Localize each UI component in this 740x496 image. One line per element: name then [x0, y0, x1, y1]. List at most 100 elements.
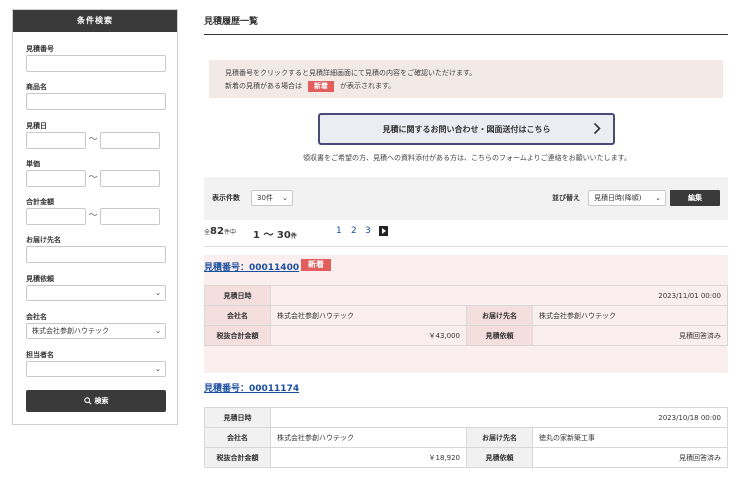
- contact-button[interactable]: 見積に関するお問い合わせ・図面送付はこちら: [318, 113, 615, 145]
- person-label: 担当者名: [26, 351, 54, 359]
- sidebar-title: 条件検索: [13, 10, 177, 32]
- notice-line-2: 新着の見積がある場合は 新着 が表示されます。: [225, 80, 707, 93]
- apply-button[interactable]: 編集: [670, 190, 720, 206]
- notice-line-2-post: が表示されます。: [340, 82, 396, 90]
- unit-price-from-input[interactable]: [26, 170, 86, 187]
- sort-select[interactable]: 見積日時(降順) ⌄: [588, 190, 666, 206]
- pager-divider: [204, 246, 728, 247]
- quote-date-to-input[interactable]: [100, 132, 160, 149]
- person-group: 担当者名 ⌄: [26, 350, 178, 377]
- dest-value: 徳丸の家新築工事: [532, 427, 728, 448]
- amount-value: ￥18,920: [270, 447, 467, 468]
- per-page-value: 30件: [257, 194, 273, 202]
- delivery-dest-label: お届け先名: [26, 236, 61, 244]
- request-value: 見積回答済み: [532, 325, 728, 346]
- company-group: 会社名 株式会社参創ハウテック ⌄: [26, 312, 178, 339]
- notice-line-2-pre: 新着の見積がある場合は: [225, 82, 302, 90]
- chevron-down-icon: ⌄: [155, 365, 161, 373]
- company-label: 会社名: [26, 313, 47, 321]
- search-icon: [83, 397, 92, 405]
- product-name-input[interactable]: [26, 93, 166, 110]
- search-sidebar: 条件検索 見積番号 商品名 見積日 〜 単価 〜 合計金額 〜 お届け先名 見積…: [12, 9, 178, 425]
- per-page-select[interactable]: 30件 ⌄: [251, 190, 293, 206]
- date-value: 2023/11/01 00:00: [270, 285, 728, 306]
- page-title: 見積履歴一覧: [204, 17, 259, 27]
- unit-price-group: 単価 〜: [26, 159, 178, 187]
- date-label: 見積日時: [204, 407, 271, 428]
- chevron-down-icon: ⌄: [655, 194, 661, 202]
- company-label: 会社名: [204, 305, 271, 326]
- product-name-group: 商品名: [26, 82, 178, 110]
- range-separator: 〜: [88, 211, 98, 221]
- dest-label: お届け先名: [466, 427, 533, 448]
- total-amount-to-input[interactable]: [100, 208, 160, 225]
- delivery-dest-group: お届け先名: [26, 235, 178, 263]
- company-label: 会社名: [204, 427, 271, 448]
- company-value: 株式会社参創ハウテック: [270, 427, 467, 448]
- total-count: 82: [210, 226, 224, 237]
- new-badge: 新着: [301, 259, 331, 271]
- notice-box: 見積番号をクリックすると見積詳細画面にて見積の内容をご確認いただけます。 新着の…: [209, 60, 723, 98]
- quote-number-link[interactable]: 見積番号：00011400: [204, 260, 299, 273]
- company-select-value: 株式会社参創ハウテック: [32, 327, 109, 335]
- amount-value: ￥43,000: [270, 325, 467, 346]
- range-separator: 〜: [88, 135, 98, 145]
- title-divider: [204, 34, 728, 35]
- chevron-down-icon: ⌄: [155, 327, 161, 335]
- total-amount-label: 合計金額: [26, 198, 54, 206]
- contact-button-label: 見積に関するお問い合わせ・図面送付はこちら: [382, 124, 551, 134]
- request-label: 見積依頼: [466, 447, 533, 468]
- chevron-down-icon: ⌄: [282, 194, 288, 202]
- quote-number-group: 見積番号: [26, 44, 178, 72]
- unit-price-label: 単価: [26, 160, 40, 168]
- new-badge: 新着: [308, 80, 334, 92]
- result-range: 1 〜 30件: [253, 226, 297, 241]
- pager-row: 全82件中 1 〜 30件 1 2 3: [204, 226, 730, 242]
- quote-number-label: 見積番号: [26, 45, 54, 53]
- person-select[interactable]: ⌄: [26, 361, 166, 377]
- request-value: 見積回答済み: [532, 447, 728, 468]
- quote-request-label: 見積依頼: [26, 275, 54, 283]
- delivery-dest-input[interactable]: [26, 246, 166, 263]
- page-link-3[interactable]: 3: [365, 226, 371, 236]
- search-button[interactable]: 検索: [26, 390, 166, 412]
- quote-date-from-input[interactable]: [26, 132, 86, 149]
- dest-value: 株式会社参創ハウテック: [532, 305, 728, 326]
- quote-number-input[interactable]: [26, 55, 166, 72]
- range-value: 1 〜 30: [253, 230, 291, 241]
- amount-label: 税抜合計金額: [204, 325, 271, 346]
- search-button-label: 検索: [94, 397, 109, 405]
- date-value: 2023/10/18 00:00: [270, 407, 728, 428]
- quote-request-select[interactable]: ⌄: [26, 285, 166, 301]
- list-controls: 表示件数 30件 ⌄ 並び替え 見積日時(降順) ⌄ 編集: [204, 177, 728, 220]
- total-amount-group: 合計金額 〜: [26, 197, 178, 225]
- contact-note: 領収書をご希望の方、見積への資料添付がある方は、こちらのフォームよりご連絡をお願…: [303, 154, 631, 162]
- page-link-2[interactable]: 2: [351, 226, 357, 236]
- total-amount-from-input[interactable]: [26, 208, 86, 225]
- product-name-label: 商品名: [26, 83, 47, 91]
- dest-label: お届け先名: [466, 305, 533, 326]
- quote-date-label: 見積日: [26, 122, 47, 130]
- total-suffix: 件中: [223, 229, 236, 236]
- company-select[interactable]: 株式会社参創ハウテック ⌄: [26, 323, 166, 339]
- result-count: 全82件中: [204, 226, 236, 237]
- date-label: 見積日時: [204, 285, 271, 306]
- request-label: 見積依頼: [466, 325, 533, 346]
- sort-value: 見積日時(降順): [594, 194, 642, 202]
- main-content: 見積履歴一覧 見積番号をクリックすると見積詳細画面にて見積の内容をご確認いただけ…: [204, 0, 730, 496]
- quote-detail-table: 見積日時 2023/10/18 00:00 会社名 株式会社参創ハウテック お届…: [204, 407, 728, 468]
- chevron-down-icon: ⌄: [155, 289, 161, 297]
- page-link-1[interactable]: 1: [336, 226, 342, 236]
- per-page-label: 表示件数: [212, 194, 240, 202]
- notice-line-1: 見積番号をクリックすると見積詳細画面にて見積の内容をご確認いただけます。: [225, 69, 477, 77]
- sort-label: 並び替え: [552, 194, 580, 202]
- unit-price-to-input[interactable]: [100, 170, 160, 187]
- quote-date-group: 見積日 〜: [26, 121, 178, 149]
- amount-label: 税抜合計金額: [204, 447, 271, 468]
- chevron-right-icon: [593, 122, 601, 135]
- next-page-icon[interactable]: [379, 226, 388, 236]
- range-suffix: 件: [290, 233, 297, 240]
- quote-detail-table: 見積日時 2023/11/01 00:00 会社名 株式会社参創ハウテック お届…: [204, 285, 728, 346]
- quote-number-link[interactable]: 見積番号：00011174: [204, 381, 299, 394]
- company-value: 株式会社参創ハウテック: [270, 305, 467, 326]
